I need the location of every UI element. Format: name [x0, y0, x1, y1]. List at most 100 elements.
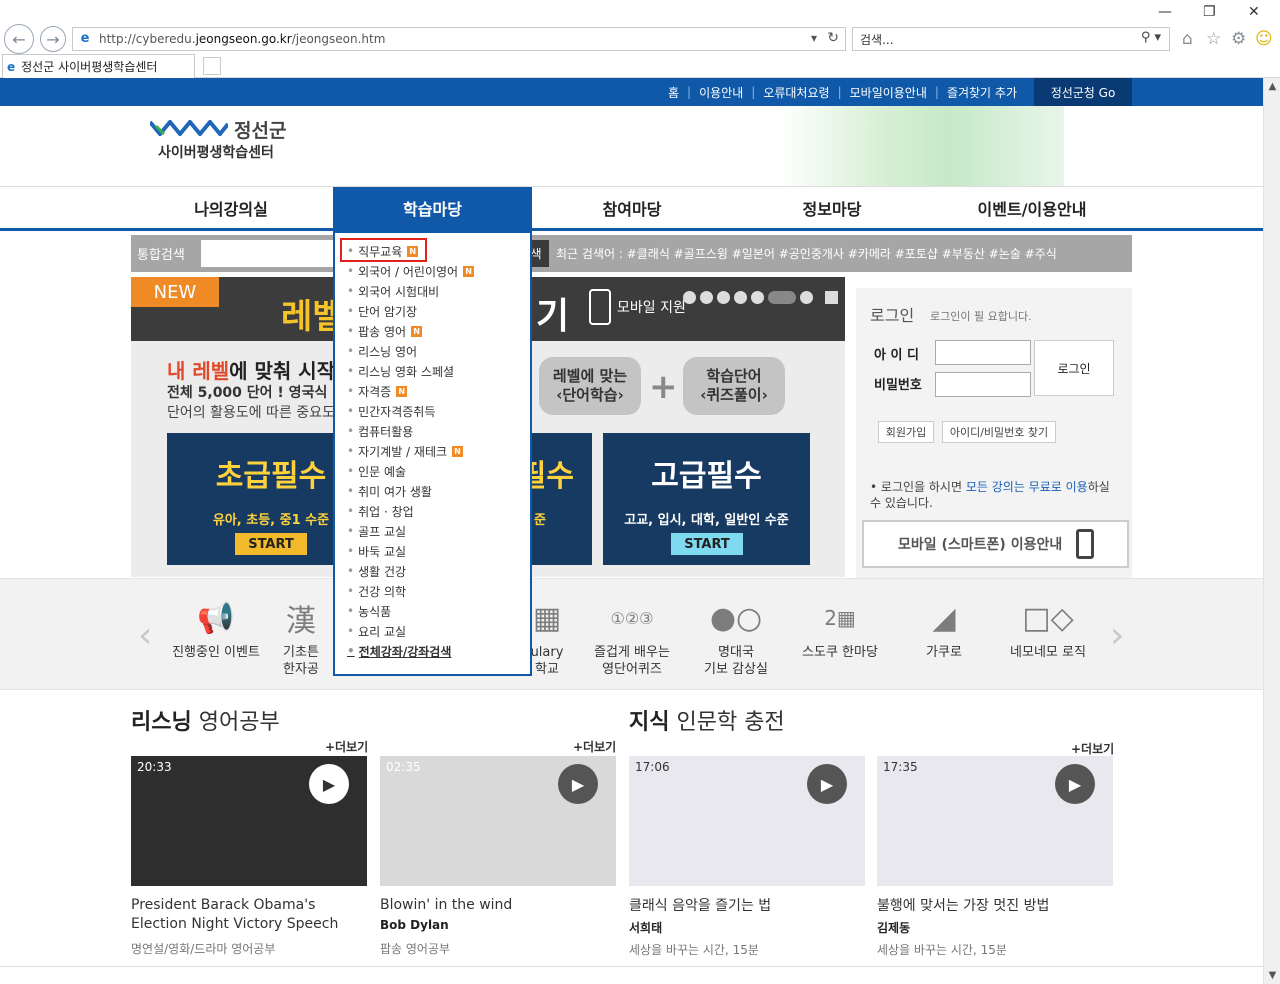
play-icon[interactable]: ▶ — [1055, 764, 1095, 804]
video-thumbnail[interactable]: 20:33 ▶ — [131, 756, 367, 886]
submenu-item[interactable]: • 골프 교실 — [347, 521, 474, 541]
address-bar[interactable]: e http://cyberedu. jeongseon.go.kr/jeongs… — [72, 27, 846, 51]
join-button[interactable]: 회원가입 — [878, 421, 934, 443]
pager-dot[interactable] — [751, 291, 764, 304]
submenu-item[interactable]: • 컴퓨터활용 — [347, 421, 474, 441]
submenu-item[interactable]: • 자기계발 / 재테크 N — [347, 441, 474, 461]
video-title[interactable]: 클래식 음악을 즐기는 법 — [629, 897, 771, 916]
pager-dot[interactable] — [734, 291, 747, 304]
chevron-right-icon[interactable]: › — [1110, 615, 1124, 656]
submenu-item[interactable]: • 단어 암기장 — [347, 301, 474, 321]
county-office-go-button[interactable]: 정선군청 Go — [1034, 78, 1132, 106]
scroll-up-icon[interactable]: ▲ — [1264, 78, 1280, 95]
submenu-item[interactable]: • 자격증 N — [347, 381, 474, 401]
bullet-icon: • — [347, 564, 355, 578]
nav-participation[interactable]: 참여마당 — [532, 187, 732, 229]
video-title[interactable]: 불행에 맞서는 가장 멋진 방법 — [877, 897, 1049, 916]
refresh-icon[interactable]: ↻ — [827, 30, 839, 46]
submenu-item[interactable]: • 직무교육 N — [347, 241, 474, 261]
close-icon[interactable]: ✕ — [1248, 4, 1260, 20]
submenu-item[interactable]: • 외국어 / 어린이영어 N — [347, 261, 475, 281]
submenu-item[interactable]: • 리스닝 영어 — [347, 341, 474, 361]
submenu-item-label: 단어 암기장 — [358, 304, 418, 319]
pager-dot-active[interactable] — [768, 291, 796, 304]
more-link[interactable]: +더보기 — [325, 738, 368, 755]
gear-icon[interactable]: ⚙ — [1231, 29, 1246, 49]
recent-keywords[interactable]: 최근 검색어 : #클래식 #골프스윙 #일본어 #공인중개사 #카메라 #포토… — [556, 235, 1057, 272]
baduk-stones-icon: ●○ — [709, 600, 763, 636]
minimize-icon[interactable]: — — [1158, 4, 1172, 20]
quick-kakuro[interactable]: ◢ 가쿠로 — [892, 597, 996, 662]
restore-icon[interactable]: ❐ — [1203, 4, 1216, 20]
new-tab-icon[interactable] — [203, 57, 221, 75]
quick-events[interactable]: 📢 진행중인 이벤트 — [164, 597, 268, 662]
submenu-item[interactable]: • 민간자격증취득 — [347, 401, 474, 421]
util-link-troubleshoot[interactable]: 오류대처요령 — [763, 84, 829, 101]
submenu-item[interactable]: • 외국어 시험대비 — [347, 281, 474, 301]
pause-icon[interactable] — [825, 291, 838, 304]
play-icon[interactable]: ▶ — [558, 764, 598, 804]
nav-my-classroom[interactable]: 나의강의실 — [131, 187, 331, 229]
home-icon[interactable]: ⌂ — [1182, 29, 1193, 49]
util-link-home[interactable]: 홈 — [668, 84, 679, 101]
submenu-item[interactable]: • 바둑 교실 — [347, 541, 474, 561]
pager-dot[interactable] — [683, 291, 696, 304]
quick-sudoku[interactable]: 2▦ 스도쿠 한마당 — [788, 597, 892, 662]
util-link-guide[interactable]: 이용안내 — [699, 84, 743, 101]
search-icon[interactable]: ⚲ ▾ — [1141, 30, 1161, 45]
submenu-item[interactable]: • 농식품 — [347, 601, 474, 621]
submenu-list: • 직무교육 N • 외국어 / 어린이영어 N • 외국어 시험대비 • 단어 암기장 • 팝송 영… — [347, 241, 475, 661]
start-button[interactable]: START — [235, 533, 307, 555]
nav-learning[interactable]: 학습마당 — [333, 187, 532, 229]
chevron-left-icon[interactable]: ‹ — [138, 615, 152, 656]
video-thumbnail[interactable]: 17:06 ▶ — [629, 756, 865, 886]
favorites-star-icon[interactable]: ☆ — [1206, 29, 1221, 49]
forward-icon[interactable]: → — [40, 26, 66, 52]
back-icon[interactable]: ← — [4, 24, 34, 54]
play-icon[interactable]: ▶ — [309, 764, 349, 804]
start-button[interactable]: START — [671, 533, 743, 555]
more-link[interactable]: +더보기 — [573, 738, 616, 755]
video-thumbnail[interactable]: 17:35 ▶ — [877, 756, 1113, 886]
bullet-icon: • — [347, 244, 355, 258]
smiley-icon[interactable]: ☺ — [1255, 29, 1273, 49]
submenu-item[interactable]: • 취미 여가 생활 — [347, 481, 474, 501]
browser-tab[interactable]: e 정선군 사이버평생학습센터 — [2, 54, 221, 78]
submenu-item[interactable]: • 요리 교실 — [347, 621, 474, 641]
scroll-down-icon[interactable]: ▼ — [1264, 967, 1280, 984]
slider-headline-rest: 에 맞춰 시작 — [229, 359, 336, 383]
submenu-item[interactable]: • 리스닝 영화 스페셜 — [347, 361, 474, 381]
find-account-button[interactable]: 아이디/비밀번호 찾기 — [942, 421, 1056, 443]
submenu-item[interactable]: • 건강 의학 — [347, 581, 474, 601]
level-card-advanced[interactable]: 고급필수 고교, 입시, 대학, 일반인 수준 START — [603, 433, 810, 565]
video-title[interactable]: President Barack Obama's Election Night … — [131, 896, 367, 934]
quick-hanja[interactable]: 漢 기초튼 한자공 — [266, 597, 336, 679]
quick-word-quiz[interactable]: ①②③ 즐겁게 배우는 영단어퀴즈 — [580, 597, 684, 679]
submenu-item[interactable]: • 팝송 영어 N — [347, 321, 474, 341]
nav-information[interactable]: 정보마당 — [732, 187, 932, 229]
vertical-scrollbar[interactable]: ▲ ▼ — [1263, 78, 1280, 984]
quick-nemonemo[interactable]: □◇ 네모네모 로직 — [996, 597, 1100, 662]
submenu-item[interactable]: • 전체강좌/강좌검색 — [347, 641, 474, 661]
pager-dot[interactable] — [800, 291, 813, 304]
util-link-favorites[interactable]: 즐겨찾기 추가 — [947, 84, 1017, 101]
play-icon[interactable]: ▶ — [807, 764, 847, 804]
login-button[interactable]: 로그인 — [1034, 340, 1114, 396]
util-link-mobile[interactable]: 모바일이용안내 — [850, 84, 927, 101]
password-input[interactable] — [935, 372, 1031, 397]
more-link[interactable]: +더보기 — [1071, 740, 1114, 757]
id-input[interactable] — [935, 340, 1031, 365]
submenu-item[interactable]: • 인문 예술 — [347, 461, 474, 481]
pager-dot[interactable] — [717, 291, 730, 304]
quick-baduk[interactable]: ●○ 명대국 기보 감상실 — [684, 597, 788, 679]
mobile-guide-button[interactable]: 모바일 (스마트폰) 이용안내 — [862, 520, 1129, 568]
bullet-icon: • — [347, 504, 355, 518]
nav-events[interactable]: 이벤트/이용안내 — [932, 187, 1132, 229]
pager-dot[interactable] — [700, 291, 713, 304]
submenu-item[interactable]: • 생활 건강 — [347, 561, 474, 581]
submenu-item[interactable]: • 취업 · 창업 — [347, 501, 474, 521]
dropdown-arrow-icon[interactable]: ▾ — [811, 31, 817, 45]
video-thumbnail[interactable]: 02:35 ▶ — [380, 756, 616, 886]
browser-search-input[interactable]: 검색... ⚲ ▾ — [852, 27, 1170, 51]
video-title[interactable]: Blowin' in the wind — [380, 896, 512, 915]
